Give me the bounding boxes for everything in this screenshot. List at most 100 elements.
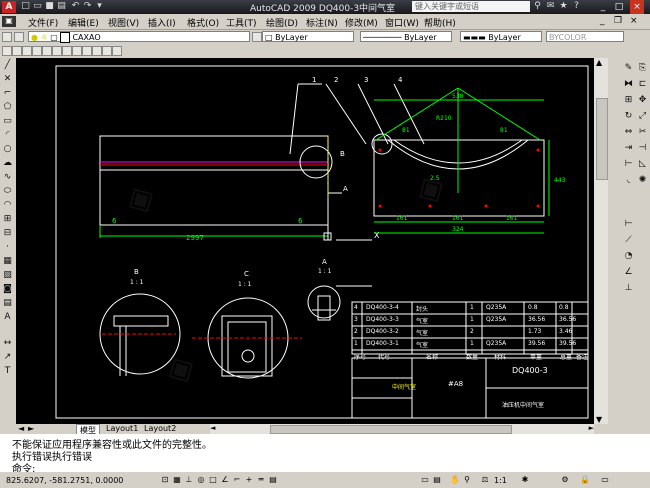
workspace-icon[interactable]: ⚙ — [560, 475, 570, 485]
help-icon[interactable]: ? — [571, 1, 582, 12]
make-current-icon[interactable] — [252, 32, 262, 42]
chamfer-icon[interactable]: ◺ — [636, 158, 649, 171]
dropdown-icon[interactable]: ▾ — [94, 1, 105, 12]
document-icon[interactable]: ▣ — [2, 16, 16, 27]
menu-insert[interactable]: 插入(I) — [148, 16, 176, 29]
tool-icon-6[interactable] — [52, 46, 62, 56]
ortho-icon[interactable]: ⊥ — [184, 475, 194, 485]
menu-modify[interactable]: 修改(M) — [345, 16, 378, 29]
layer-manager-icon[interactable] — [2, 32, 12, 42]
multiline-text-icon[interactable]: A — [2, 312, 13, 323]
tab-layout1[interactable]: Layout1 — [106, 424, 138, 433]
spline-icon[interactable]: ∿ — [2, 172, 13, 183]
doc-close-button[interactable]: × — [630, 16, 638, 26]
menu-format[interactable]: 格式(O) — [187, 16, 219, 29]
tool-icon-11[interactable] — [102, 46, 112, 56]
dimension-icon[interactable]: ↔ — [2, 338, 13, 349]
layout-icon[interactable]: ▤ — [432, 475, 442, 485]
leader-icon[interactable]: ↗ — [2, 352, 13, 363]
scroll-right-icon[interactable]: ► — [589, 424, 594, 432]
mirror-icon[interactable]: ⧓ — [622, 78, 635, 91]
plot-icon[interactable]: ▤ — [56, 1, 67, 12]
undo-icon[interactable]: ↶ — [70, 1, 81, 12]
quick-properties-icon[interactable]: ▤ — [268, 475, 278, 485]
line-icon[interactable]: ╱ — [2, 60, 13, 71]
dim-linear-icon[interactable]: ⊢ — [622, 218, 635, 231]
array-icon[interactable]: ⊞ — [622, 94, 635, 107]
ducs-icon[interactable]: ⌐ — [232, 475, 242, 485]
favorites-icon[interactable]: ★ — [558, 1, 569, 12]
construction-line-icon[interactable]: ✕ — [2, 74, 13, 85]
save-icon[interactable]: ■ — [44, 1, 55, 12]
maximize-button[interactable]: □ — [612, 0, 626, 14]
zoom-icon[interactable]: ⚲ — [462, 475, 472, 485]
scroll-up-icon[interactable]: ▲ — [596, 58, 602, 67]
break-icon[interactable]: ⊣ — [636, 142, 649, 155]
menu-window[interactable]: 窗口(W) — [385, 16, 419, 29]
tool-icon-10[interactable] — [92, 46, 102, 56]
arc-icon[interactable]: ◜ — [2, 130, 13, 141]
new-file-icon[interactable]: □ — [20, 1, 31, 12]
gradient-icon[interactable]: ▧ — [2, 270, 13, 281]
table-icon[interactable]: ▤ — [2, 298, 13, 309]
annotation-visibility-icon[interactable]: ✱ — [520, 475, 530, 485]
text-icon[interactable]: T — [2, 366, 13, 377]
tool-icon-3[interactable] — [22, 46, 32, 56]
fillet-icon[interactable]: ◟ — [622, 174, 635, 187]
lineweight-dropdown[interactable]: ▬▬▬ ByLayer — [460, 31, 542, 42]
grid-icon[interactable]: ▦ — [172, 475, 182, 485]
dim-baseline-icon[interactable]: ⊥ — [622, 282, 635, 295]
region-icon[interactable]: ◙ — [2, 284, 13, 295]
rectangle-icon[interactable]: ▭ — [2, 116, 13, 127]
drawing-canvas[interactable]: ◈ ◈ ◈ 2997 6 6 A B X 1 2 3 4 538 R210 81… — [16, 58, 594, 424]
color-dropdown[interactable]: □ ByLayer — [262, 31, 354, 42]
hscroll-thumb[interactable] — [270, 425, 512, 434]
tab-next-icon[interactable]: ► — [28, 424, 34, 433]
join-icon[interactable]: ⊢ — [622, 158, 635, 171]
layer-states-icon[interactable] — [14, 32, 24, 42]
copy-icon[interactable]: ⎘ — [636, 62, 649, 75]
tool-icon-7[interactable] — [62, 46, 72, 56]
help-search-input[interactable]: 键入关键字或短语 — [412, 1, 530, 12]
lock-toolbar-icon[interactable]: 🔒 — [580, 475, 590, 485]
make-block-icon[interactable]: ⊟ — [2, 228, 13, 239]
layer-dropdown[interactable]: ● ☼ ▢ ■ CAXAO — [28, 31, 250, 43]
lineweight-icon[interactable]: ═ — [256, 475, 266, 485]
search-icon[interactable]: ⚲ — [532, 1, 543, 12]
tool-icon-2[interactable] — [12, 46, 22, 56]
vertical-scrollbar[interactable]: ▲ ▼ — [594, 58, 608, 424]
tool-icon-12[interactable] — [112, 46, 122, 56]
offset-icon[interactable]: ⊏ — [636, 78, 649, 91]
scroll-thumb[interactable] — [596, 98, 608, 180]
menu-dimension[interactable]: 标注(N) — [306, 16, 338, 29]
ellipse-icon[interactable]: ⬭ — [2, 186, 13, 197]
dyn-icon[interactable]: + — [244, 475, 254, 485]
open-file-icon[interactable]: ▭ — [32, 1, 43, 12]
menu-help[interactable]: 帮助(H) — [424, 16, 456, 29]
autocad-logo-icon[interactable]: A — [2, 1, 16, 13]
menu-edit[interactable]: 编辑(E) — [68, 16, 99, 29]
dim-angular-icon[interactable]: ∠ — [622, 266, 635, 279]
rotate-icon[interactable]: ↻ — [622, 110, 635, 123]
insert-block-icon[interactable]: ⊞ — [2, 214, 13, 225]
polygon-icon[interactable]: ⬠ — [2, 102, 13, 113]
snap-icon[interactable]: ⊡ — [160, 475, 170, 485]
polar-icon[interactable]: ◎ — [196, 475, 206, 485]
tab-prev-icon[interactable]: ◄ — [18, 424, 24, 433]
model-icon[interactable]: ▭ — [420, 475, 430, 485]
scale-icon[interactable]: ⤢ — [636, 110, 649, 123]
point-icon[interactable]: · — [2, 242, 13, 253]
doc-minimize-button[interactable]: _ — [600, 16, 605, 26]
menu-view[interactable]: 视图(V) — [108, 16, 139, 29]
circle-icon[interactable]: ○ — [2, 144, 13, 155]
explode-icon[interactable]: ✺ — [636, 174, 649, 187]
tab-layout2[interactable]: Layout2 — [144, 424, 176, 433]
move-icon[interactable]: ✥ — [636, 94, 649, 107]
otrack-icon[interactable]: ∠ — [220, 475, 230, 485]
osnap-icon[interactable]: □ — [208, 475, 218, 485]
extend-icon[interactable]: ⇥ — [622, 142, 635, 155]
plotstyle-dropdown[interactable]: BYCOLOR — [546, 31, 624, 42]
scroll-left-icon[interactable]: ◄ — [210, 424, 215, 432]
menu-file[interactable]: 文件(F) — [28, 16, 58, 29]
stretch-icon[interactable]: ⇔ — [622, 126, 635, 139]
